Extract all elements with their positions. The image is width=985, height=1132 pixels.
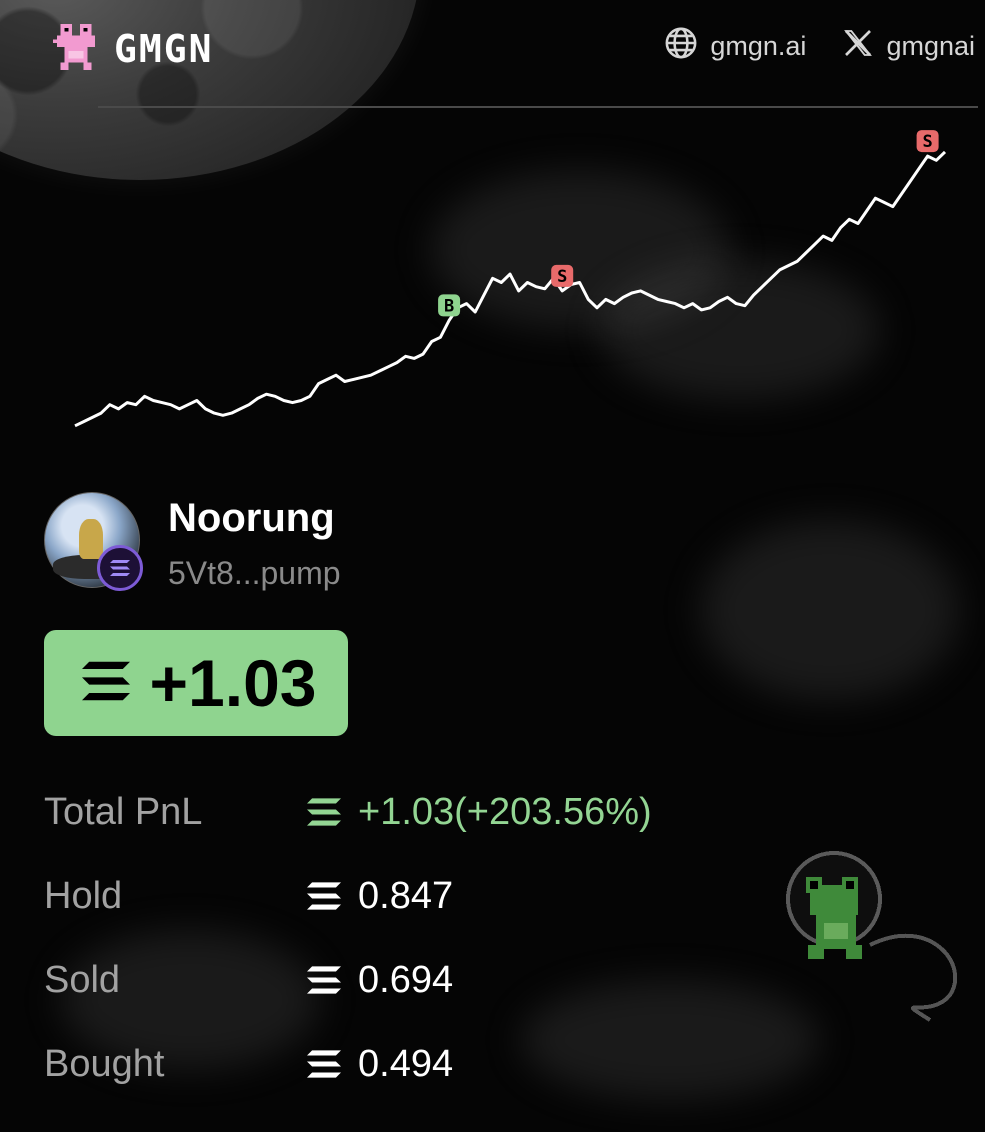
price-line [74,150,947,428]
stat-label: Sold [44,958,121,1001]
astronaut-frog-illustration [780,845,980,1049]
marker-label: B [444,296,454,316]
pnl-summary-badge: +1.03 [44,630,348,736]
stat-row-bought: Bought 0.494 [44,1022,652,1106]
brand-name: GMGN [114,27,214,71]
header: GMGN gmgn.ai gmgnai [0,0,985,108]
frog-logo-icon [52,24,100,74]
solana-chain-badge [97,545,143,591]
stat-row-sold: Sold 0.694 [44,938,652,1022]
token-avatar [44,492,143,591]
sold-value: 0.694 [358,958,454,1001]
stat-label: Bought [44,1042,165,1085]
stat-value: +1.03(+203.56%) [304,791,652,834]
hold-value: 0.847 [358,874,454,917]
stat-value: 0.694 [304,959,453,1002]
solana-icon [110,560,130,576]
trade-markers: B S S [438,130,939,317]
sell-marker[interactable]: S [916,130,939,153]
website-link-label: gmgn.ai [710,31,807,61]
solana-icon [307,966,341,994]
header-links: gmgn.ai gmgnai [664,26,975,67]
solana-icon [307,1050,341,1078]
solana-icon [307,882,341,910]
website-link[interactable]: gmgn.ai [664,26,806,67]
sell-marker[interactable]: S [551,264,574,287]
x-profile-link[interactable]: gmgnai [842,27,975,66]
buy-marker[interactable]: B [438,294,461,317]
stat-row-hold: Hold 0.847 [44,854,652,938]
marker-label: S [922,132,932,152]
stat-row-total-pnl: Total PnL +1.03(+203.56%) [44,770,652,854]
stat-value: 0.847 [304,875,453,918]
bought-value: 0.494 [358,1042,454,1085]
solana-icon [307,798,341,826]
x-logo-icon [842,27,874,66]
marker-label: S [557,267,567,287]
stat-value: 0.494 [304,1043,453,1086]
solana-icon [76,657,136,709]
price-chart: B S S [74,130,947,428]
token-profile: Noorung 5Vt8...pump [44,492,341,592]
x-link-label: gmgnai [886,31,975,61]
header-divider [98,106,978,108]
globe-icon [664,26,698,67]
total-pnl-value: +1.03(+203.56%) [358,790,652,833]
token-address[interactable]: 5Vt8...pump [168,555,341,592]
stat-label: Total PnL [44,790,203,833]
stats-list: Total PnL +1.03(+203.56%) Hold 0.847 Sol… [44,770,652,1106]
pnl-value: +1.03 [149,646,317,720]
stat-label: Hold [44,874,123,917]
token-name: Noorung [168,496,335,540]
brand-logo[interactable]: GMGN [52,24,214,74]
